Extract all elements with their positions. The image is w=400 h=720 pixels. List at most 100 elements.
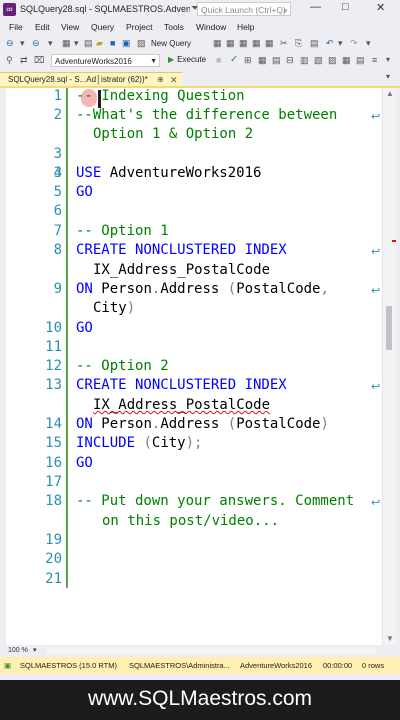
paste-icon[interactable]: ▤ bbox=[310, 38, 319, 49]
toolbar-overflow-icon[interactable]: ▾ bbox=[366, 38, 371, 49]
vertical-scrollbar[interactable]: ▲ ▼ bbox=[382, 88, 396, 645]
code-line-1: -- Indexing Question bbox=[76, 88, 245, 104]
display-plan-icon[interactable]: ⊞ bbox=[244, 55, 252, 66]
database-select-value: AdventureWorks2016 bbox=[55, 57, 132, 66]
line-number: 20 bbox=[45, 551, 62, 567]
nav-dropdown-icon[interactable]: ▾ bbox=[48, 38, 53, 49]
undo-icon[interactable]: ↶ bbox=[326, 38, 334, 49]
stop-icon[interactable]: ■ bbox=[216, 55, 221, 65]
code-line-8: CREATE NONCLUSTERED INDEX bbox=[76, 242, 287, 258]
pin-icon[interactable]: ⊕ bbox=[157, 73, 164, 87]
error-marker bbox=[392, 240, 396, 242]
sql-editor-toolbar: ⚲ ⇄ ⌧ AdventureWorks2016 ▼ ▶ Execute ■ ✓ … bbox=[0, 52, 400, 69]
line-number: 3 bbox=[53, 146, 62, 162]
results-text-icon[interactable]: ▨ bbox=[328, 55, 337, 66]
code-line-8-wrap: IX_Address_PostalCode bbox=[93, 262, 271, 278]
line-number: 2 bbox=[53, 107, 62, 123]
query-designer-icon[interactable]: ▦ bbox=[258, 55, 267, 66]
code-line-10: GO bbox=[76, 320, 93, 336]
scroll-up-icon[interactable]: ▲ bbox=[386, 89, 394, 98]
status-rows: 0 rows bbox=[362, 661, 385, 670]
video-footer: www.SQLMaestros.com bbox=[0, 680, 400, 720]
cut-icon[interactable]: ✂ bbox=[280, 38, 288, 49]
paren-open: ( bbox=[227, 281, 237, 297]
code-line-5: GO bbox=[76, 184, 93, 200]
redo-icon[interactable]: ↷ bbox=[350, 38, 358, 49]
change-connection-icon[interactable]: ⇄ bbox=[20, 55, 28, 66]
line-number: 4 bbox=[53, 165, 62, 181]
zoom-level[interactable]: 100 % bbox=[8, 647, 28, 654]
close-tab-icon[interactable]: ✕ bbox=[170, 73, 178, 87]
new-project-icon[interactable]: ▦ bbox=[62, 38, 71, 49]
line-number: 5 bbox=[53, 184, 62, 200]
add-item-icon[interactable]: ▤ bbox=[84, 38, 93, 49]
query-icon-4[interactable]: ▦ bbox=[252, 38, 261, 49]
menu-help[interactable]: Help bbox=[237, 22, 254, 32]
code-line-16: GO bbox=[76, 455, 93, 471]
database-select[interactable]: AdventureWorks2016 ▼ bbox=[51, 54, 160, 67]
close-button[interactable]: ✕ bbox=[376, 1, 385, 14]
undo-dropdown-icon[interactable]: ▾ bbox=[338, 38, 343, 49]
tab-sqlquery28[interactable]: SQLQuery28.sql - S...Ad│istrator (62))* … bbox=[0, 72, 182, 87]
save-icon[interactable]: ■ bbox=[110, 38, 115, 48]
execute-button[interactable]: ▶ Execute bbox=[168, 55, 206, 64]
menu-view[interactable]: View bbox=[61, 22, 79, 32]
include-plan-icon[interactable]: ⊟ bbox=[286, 55, 294, 66]
tab-label: SQLQuery28.sql - S...Ad│istrator (62))* bbox=[8, 75, 148, 84]
editor-bottom-bar: 100 % ▾ bbox=[0, 645, 400, 657]
live-stats-icon[interactable]: ▥ bbox=[300, 55, 309, 66]
line-number: 21 bbox=[45, 571, 62, 587]
keyword-include: INCLUDE bbox=[76, 435, 136, 451]
intellisense-icon[interactable]: ▤ bbox=[272, 55, 281, 66]
disconnect-icon[interactable]: ⌧ bbox=[34, 55, 44, 66]
line-number: 10 bbox=[45, 320, 62, 336]
minimize-button[interactable]: — bbox=[310, 1, 321, 13]
client-stats-icon[interactable]: ▧ bbox=[314, 55, 323, 66]
quick-launch-input[interactable]: Quick Launch (Ctrl+Q) ⌕ bbox=[197, 2, 291, 16]
tab-overflow-dropdown-icon[interactable]: ▾ bbox=[386, 72, 390, 81]
scroll-down-icon[interactable]: ▼ bbox=[386, 634, 394, 643]
search-icon: ⌕ bbox=[283, 5, 288, 15]
line-number: 1 bbox=[53, 88, 62, 104]
maximize-button[interactable]: □ bbox=[342, 1, 349, 13]
query-icon-5[interactable]: ▦ bbox=[265, 38, 274, 49]
open-file-icon[interactable]: ▰ bbox=[96, 38, 103, 49]
horizontal-scrollbar[interactable] bbox=[46, 648, 376, 654]
copy-icon[interactable]: ⎘ bbox=[295, 38, 302, 49]
back-icon[interactable]: ⊖ bbox=[6, 38, 14, 49]
title-bar: ∞ SQLQuery28.sql - SQLMAESTROS.Adventure… bbox=[0, 0, 400, 19]
word-wrap-icon: ↩ bbox=[371, 111, 381, 123]
query-icon-3[interactable]: ▦ bbox=[239, 38, 248, 49]
forward-icon[interactable]: ⊖ bbox=[32, 38, 40, 49]
footer-url: www.SQLMaestros.com bbox=[87, 687, 313, 710]
identifier-db: AdventureWorks2016 bbox=[109, 165, 262, 181]
code-line-4: USE AdventureWorks2016 bbox=[76, 165, 261, 181]
menu-query[interactable]: Query bbox=[91, 22, 114, 32]
connect-icon[interactable]: ⚲ bbox=[6, 55, 13, 66]
identifier-address: Address bbox=[160, 416, 220, 432]
scroll-thumb[interactable] bbox=[386, 306, 392, 350]
new-query-button[interactable]: New Query bbox=[151, 39, 191, 48]
new-query-icon[interactable]: ▨ bbox=[137, 38, 146, 49]
identifier-person: Person bbox=[101, 416, 152, 432]
toolbar2-overflow-icon[interactable]: ▾ bbox=[386, 55, 390, 64]
parse-icon[interactable]: ✓ bbox=[230, 54, 238, 65]
menu-file[interactable]: File bbox=[9, 22, 23, 32]
menu-edit[interactable]: Edit bbox=[35, 22, 50, 32]
results-grid-icon[interactable]: ▦ bbox=[342, 55, 351, 66]
results-file-icon[interactable]: ▤ bbox=[356, 55, 365, 66]
zoom-dropdown-icon[interactable]: ▾ bbox=[33, 646, 37, 654]
save-all-icon[interactable]: ▣ bbox=[122, 38, 131, 49]
menu-project[interactable]: Project bbox=[126, 22, 152, 32]
new-project-dropdown-icon[interactable]: ▾ bbox=[74, 38, 79, 49]
query-icon-1[interactable]: ▦ bbox=[213, 38, 222, 49]
forward-dropdown-icon[interactable]: ▾ bbox=[20, 38, 25, 49]
paren-close: ) bbox=[185, 435, 195, 451]
line-number: 16 bbox=[45, 455, 62, 471]
menu-tools[interactable]: Tools bbox=[164, 22, 184, 32]
code-line-12: -- Option 2 bbox=[76, 358, 169, 374]
comment-icon[interactable]: ≡ bbox=[372, 55, 377, 65]
query-icon-2[interactable]: ▦ bbox=[226, 38, 235, 49]
menu-window[interactable]: Window bbox=[196, 22, 226, 32]
semicolon: ; bbox=[194, 435, 203, 451]
